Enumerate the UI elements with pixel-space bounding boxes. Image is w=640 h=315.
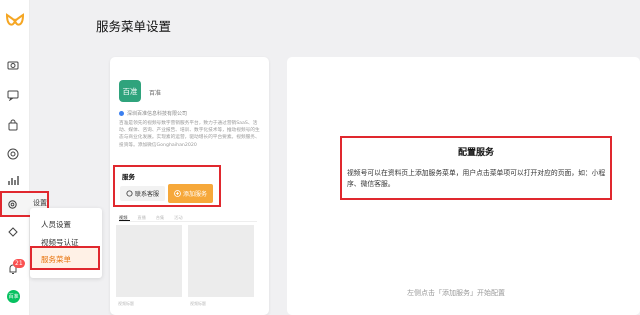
- message-icon[interactable]: [6, 88, 20, 102]
- notification-badge: 21: [13, 259, 25, 268]
- org-logo: 百准: [119, 80, 141, 102]
- config-hint: 左侧点击「添加服务」开始配置: [407, 289, 505, 297]
- active-tab-indicator: [119, 220, 130, 221]
- camera-icon[interactable]: [6, 58, 20, 72]
- avatar[interactable]: 百准: [7, 290, 20, 303]
- add-service-button[interactable]: 添加服务: [168, 184, 213, 203]
- menu-item-members[interactable]: 人员设置: [41, 219, 71, 230]
- gear-icon: [8, 200, 17, 209]
- org-name: 百准: [149, 90, 162, 97]
- settings-label: 设置: [33, 199, 47, 207]
- plugin-icon[interactable]: [6, 225, 20, 239]
- sidebar-rail: 21 百准: [0, 0, 30, 315]
- page-title: 服务菜单设置: [96, 19, 172, 34]
- company-name: 深圳百准信息科技有限公司: [127, 111, 188, 117]
- logo-icon: [5, 13, 25, 26]
- config-service-box: 配置服务 视频号可以在资料页上添加服务菜单，用户点击菜单项可以打开对应的页面，如…: [340, 136, 612, 200]
- bag-icon[interactable]: [6, 118, 20, 132]
- video-caption: 视频标题: [190, 301, 206, 306]
- service-title: 服务: [122, 173, 135, 181]
- video-thumbnail[interactable]: [188, 225, 254, 297]
- chat-icon: [126, 190, 133, 197]
- tabs-divider: [119, 221, 257, 222]
- company-verified: 深圳百准信息科技有限公司: [119, 110, 187, 117]
- config-description: 视频号可以在资料页上添加服务菜单，用户点击菜单项可以打开对应的页面，如：小程序、…: [347, 169, 606, 188]
- profile-description: 百准是领先的视频号数字营销服务平台，致力于通过营销SaaS、活动、媒体、咨询、产…: [119, 121, 260, 148]
- video-thumbnail[interactable]: [116, 225, 182, 297]
- plus-icon: [174, 190, 181, 197]
- target-icon[interactable]: [6, 147, 20, 161]
- video-caption: 视频标题: [118, 301, 134, 306]
- add-service-label: 添加服务: [182, 191, 207, 198]
- service-section: 服务 联系客服 添加服务: [113, 165, 221, 207]
- config-title: 配置服务: [457, 148, 494, 158]
- chart-icon[interactable]: [6, 173, 20, 187]
- menu-item-service-menu[interactable]: 服务菜单: [30, 246, 100, 270]
- contact-support-button[interactable]: 联系客服: [120, 186, 165, 201]
- contact-support-label: 联系客服: [134, 191, 159, 198]
- menu-item-service-menu-label: 服务菜单: [41, 255, 71, 264]
- verified-icon: [119, 111, 124, 116]
